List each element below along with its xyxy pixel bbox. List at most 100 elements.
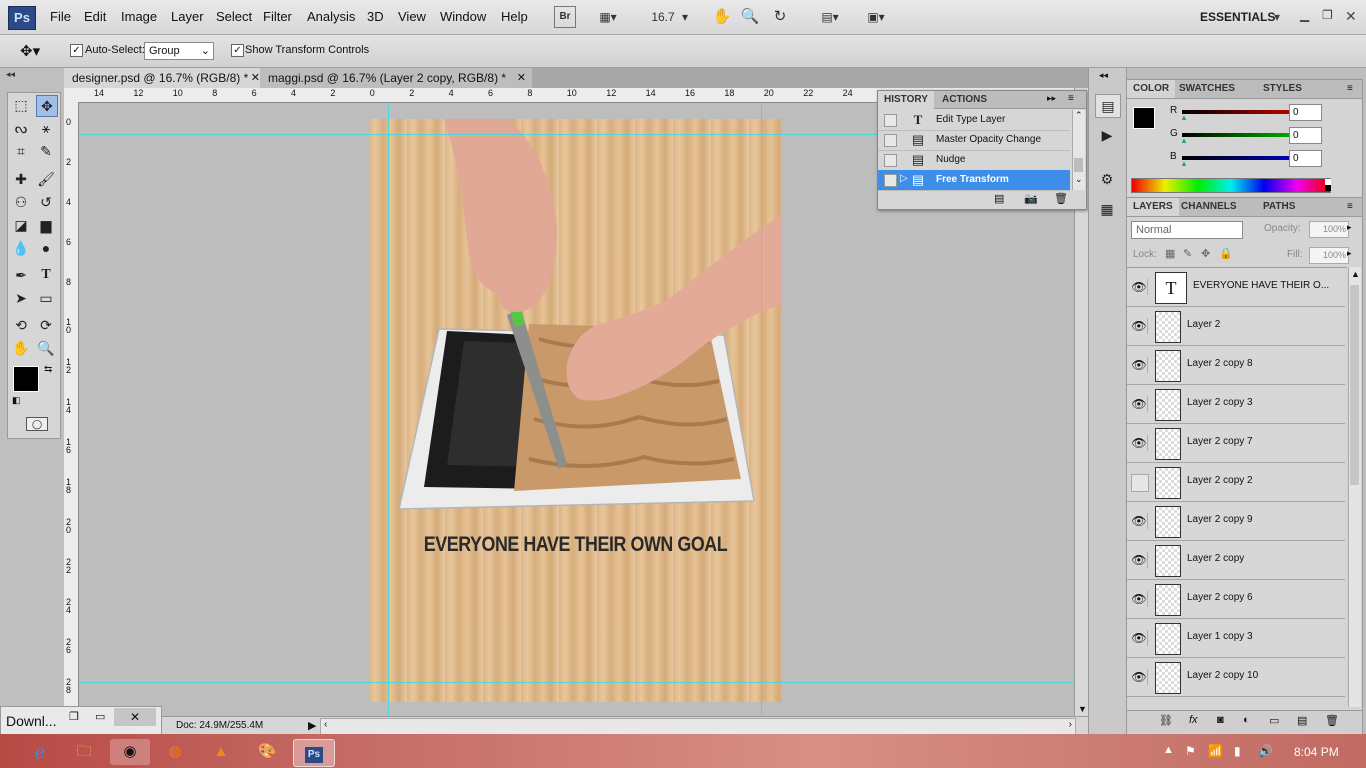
tab-history[interactable]: HISTORY (878, 91, 934, 109)
panel-menu-icon[interactable]: ≡ (1068, 93, 1074, 104)
hand-tool-icon[interactable]: ✋ (11, 338, 31, 358)
power-icon[interactable]: ▮ (1234, 744, 1241, 758)
eyedropper-tool-icon[interactable]: ✎ (36, 141, 56, 161)
slider-thumb-icon[interactable]: ▲ (1180, 113, 1188, 122)
visibility-eye-icon[interactable]: 👁 (1131, 669, 1148, 685)
swap-colors-icon[interactable]: ⇆ (44, 364, 52, 375)
tab-actions[interactable]: ACTIONS (936, 91, 993, 109)
green-value[interactable]: 0 (1289, 127, 1322, 144)
default-colors-icon[interactable]: ◧ (12, 395, 21, 406)
scroll-up-icon[interactable]: ⌃ (1075, 110, 1083, 121)
slider-thumb-icon[interactable]: ▲ (1180, 136, 1188, 145)
bridge-button[interactable]: Br (554, 6, 576, 28)
layer-row[interactable]: Layer 2 copy 2 (1127, 463, 1345, 502)
close-icon[interactable]: ✕ (114, 708, 156, 726)
adjustments-panel-icon[interactable]: ⚙ (1095, 168, 1119, 190)
menu-filter[interactable]: Filter (263, 9, 292, 24)
scroll-thumb[interactable] (1074, 158, 1083, 172)
layer-row[interactable]: 👁 T EVERYONE HAVE THEIR O... (1127, 268, 1345, 307)
scroll-left-icon[interactable]: ‹ (324, 719, 327, 730)
screen-mode-button[interactable]: ▣▾ (858, 6, 894, 28)
view-extras-button[interactable]: ▦▾ (590, 6, 626, 28)
history-item[interactable]: ▤ Master Opacity Change (878, 130, 1070, 151)
delete-layer-icon[interactable]: 🗑 (1325, 714, 1339, 727)
fx-icon[interactable]: fx (1189, 714, 1198, 726)
brush-tool-icon[interactable]: 🖌 (36, 169, 56, 189)
action-center-icon[interactable]: ⚑ (1185, 744, 1196, 758)
magic-wand-tool-icon[interactable]: ⚹ (36, 118, 56, 138)
tab-layers[interactable]: LAYERS (1127, 198, 1179, 216)
chrome-icon[interactable]: ◉ (110, 739, 150, 765)
history-brush-tool-icon[interactable]: ↺ (36, 192, 56, 212)
explorer-icon[interactable]: 🗀 (64, 739, 104, 765)
workspace-chevron-icon[interactable]: ▾ (1274, 10, 1280, 24)
fill-arrow-icon[interactable]: ▸ (1347, 248, 1352, 259)
menu-edit[interactable]: Edit (84, 9, 106, 24)
network-icon[interactable]: 📶 (1208, 744, 1223, 758)
close-icon[interactable]: ✕ (1345, 8, 1357, 25)
dodge-tool-icon[interactable]: ● (36, 238, 56, 258)
history-panel-icon[interactable]: ▤ (1095, 94, 1121, 118)
restore-icon[interactable]: ❐ (69, 710, 79, 723)
tab-designer[interactable]: designer.psd @ 16.7% (RGB/8) * ✕ (64, 68, 266, 88)
visibility-eye-icon[interactable]: 👁 (1131, 591, 1148, 607)
doc-size-status[interactable]: Doc: 24.9M/255.4M (176, 720, 263, 731)
history-snapshot-checkbox[interactable] (884, 114, 897, 127)
tray-expand-icon[interactable]: ▲ (1163, 744, 1174, 756)
opacity-value[interactable]: 100% (1309, 221, 1349, 238)
tab-swatches[interactable]: SWATCHES (1173, 80, 1241, 98)
auto-select-checkbox[interactable]: ✓ (70, 44, 83, 57)
move-tool-preset-icon[interactable]: ✥▾ (20, 42, 40, 60)
collapse-panel-icon[interactable]: ▸▸ (1047, 93, 1056, 104)
color-spectrum-ramp[interactable] (1131, 178, 1331, 193)
panel-menu-icon[interactable]: ≡ (1347, 83, 1353, 94)
history-scrollbar[interactable]: ⌃ ⌄ (1072, 110, 1085, 190)
guide-vertical[interactable] (388, 103, 389, 716)
layer-row[interactable]: 👁 Layer 2 copy 7 (1127, 424, 1345, 463)
actions-panel-icon[interactable]: ▶ (1095, 124, 1119, 146)
scroll-down-icon[interactable]: ⌄ (1075, 174, 1083, 185)
layer-row[interactable]: 👁 Layer 2 copy 3 (1127, 385, 1345, 424)
move-tool-icon[interactable]: ✥ (36, 95, 58, 117)
masks-panel-icon[interactable]: ▦ (1095, 198, 1119, 220)
guide-horizontal[interactable] (79, 682, 1074, 683)
quick-mask-icon[interactable]: ◯ (26, 417, 48, 431)
menu-file[interactable]: File (50, 9, 71, 24)
tab-maggi[interactable]: maggi.psd @ 16.7% (Layer 2 copy, RGB/8) … (260, 68, 532, 88)
healing-brush-tool-icon[interactable]: ✚ (11, 169, 31, 189)
layer-row[interactable]: 👁 Layer 2 copy 8 (1127, 346, 1345, 385)
minimize-icon[interactable]: ▁ (1300, 8, 1309, 22)
arrange-documents-button[interactable]: ▤▾ (812, 6, 848, 28)
layer-row[interactable]: 👁 Layer 2 copy 9 (1127, 502, 1345, 541)
layer-row[interactable]: 👁 Layer 2 copy (1127, 541, 1345, 580)
collapse-panel-icon[interactable]: ◂◂ (6, 69, 15, 80)
panel-menu-icon[interactable]: ≡ (1347, 201, 1353, 212)
lock-position-icon[interactable]: ✥ (1201, 247, 1210, 260)
type-tool-icon[interactable]: T (36, 265, 56, 285)
zoom-level[interactable]: 16.7 (647, 6, 679, 28)
fill-value[interactable]: 100% (1309, 247, 1349, 264)
layer-row[interactable]: 👁 Layer 2 copy 10 (1127, 658, 1345, 697)
3d-rotate-tool-icon[interactable]: ⟲ (11, 315, 31, 335)
maximize-icon[interactable]: ▭ (95, 710, 105, 723)
foreground-color-swatch[interactable] (1133, 107, 1155, 129)
gradient-tool-icon[interactable]: ▆ (36, 215, 56, 235)
new-group-icon[interactable]: ▭ (1269, 714, 1279, 727)
visibility-eye-icon[interactable]: 👁 (1131, 552, 1148, 568)
scroll-thumb[interactable] (1350, 285, 1359, 485)
slider-thumb-icon[interactable]: ▲ (1180, 159, 1188, 168)
visibility-eye-icon[interactable]: 👁 (1131, 513, 1148, 529)
vlc-icon[interactable]: ▲ (201, 739, 241, 765)
black-swatch[interactable] (1325, 185, 1331, 191)
show-transform-checkbox[interactable]: ✓ (231, 44, 244, 57)
photoshop-taskbar-icon[interactable]: Ps (293, 739, 335, 767)
workspace-switcher[interactable]: ESSENTIALS (1200, 10, 1275, 24)
zoom-tool-icon[interactable]: 🔍 (36, 338, 56, 358)
history-snapshot-checkbox[interactable] (884, 174, 897, 187)
close-icon[interactable]: ✕ (517, 68, 526, 88)
path-selection-tool-icon[interactable]: ➤ (11, 288, 31, 308)
close-icon[interactable]: ✕ (251, 68, 260, 88)
layer-row[interactable]: 👁 Layer 2 copy 6 (1127, 580, 1345, 619)
ie-icon[interactable]: ℯ (20, 739, 60, 765)
visibility-eye-icon[interactable]: 👁 (1131, 318, 1148, 334)
